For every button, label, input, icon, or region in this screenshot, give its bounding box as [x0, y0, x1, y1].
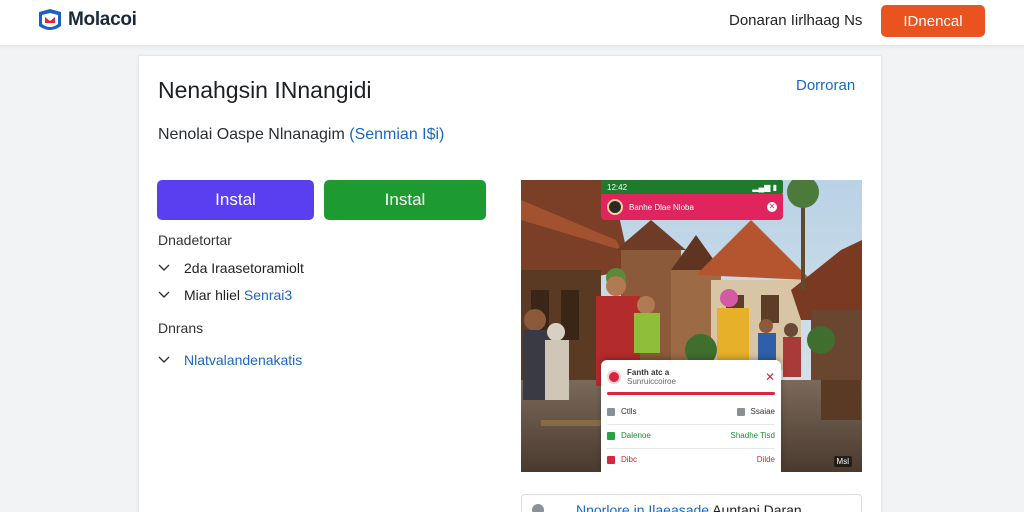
- page-subtitle: Nenolai Oaspe Nlnanagim (Senmian I$i): [158, 126, 444, 144]
- info-box-label: Auntani Daran: [712, 502, 802, 512]
- app-detail-card: Nenahgsin INnangidi Dorroran Nenolai Oas…: [138, 55, 882, 512]
- subtitle-highlight[interactable]: (Senmian I$i): [349, 126, 444, 143]
- divider: [607, 448, 775, 449]
- app-screenshot-image: 12:42 ▂▄▆ ▮ Banhe Dlae Nloba ✕ Fanth atc…: [521, 180, 862, 472]
- row-value: Shadhe Tisd: [730, 431, 775, 440]
- section-label-versions: Dnrans: [158, 320, 204, 336]
- card-header-link[interactable]: Dorroran: [796, 77, 855, 94]
- info-box-text: Nnorlore in Ilaeasade Auntani Daran: [576, 502, 802, 512]
- list-item-text: 2da Iraasetoramiolt: [184, 260, 304, 276]
- dialog-row[interactable]: Ctlls Ssaiae: [607, 407, 775, 416]
- chevron-down-icon: [158, 264, 170, 271]
- page-title: Nenahgsin INnangidi: [158, 77, 372, 103]
- list-item[interactable]: Miar hliel Senrai3: [158, 287, 292, 303]
- info-box[interactable]: Nnorlore in Ilaeasade Auntani Daran: [521, 494, 862, 512]
- brand-name: Molacoi: [68, 9, 137, 30]
- list-item-text: Miar hliel: [184, 287, 241, 303]
- chevron-down-icon: [158, 291, 170, 298]
- alert-icon: [607, 455, 615, 464]
- popup-dialog: Fanth atc a Sunruiccoiroe ✕ Ctlls Ssaiae…: [601, 360, 781, 472]
- dialog-row[interactable]: Dibc Dilde: [607, 455, 775, 464]
- close-icon[interactable]: ✕: [767, 202, 777, 212]
- file-icon: [607, 407, 615, 416]
- section-label-details: Dnadetortar: [158, 232, 232, 248]
- install-button-secondary[interactable]: Instal: [324, 180, 486, 220]
- check-icon: [607, 431, 615, 440]
- chevron-down-icon: [158, 356, 170, 363]
- brand-logo[interactable]: Molacoi: [36, 6, 137, 34]
- info-icon: [532, 504, 544, 512]
- avatar: [607, 199, 623, 215]
- row-label: Dalenoe: [621, 431, 651, 440]
- list-item-link[interactable]: Nlatvalandenakatis: [184, 352, 302, 368]
- brand-logo-icon: [39, 9, 61, 30]
- row-value: Ssaiae: [750, 407, 775, 416]
- header-cta-button[interactable]: IDnencal: [881, 5, 985, 37]
- list-item[interactable]: Nlatvalandenakatis: [158, 352, 302, 368]
- notification-text: Banhe Dlae Nloba: [629, 202, 694, 212]
- list-item[interactable]: 2da Iraasetoramiolt: [158, 260, 304, 276]
- progress-bar: [607, 392, 775, 395]
- row-value: Dilde: [756, 455, 775, 464]
- list-item-link[interactable]: Senrai3: [244, 287, 292, 303]
- info-box-link[interactable]: Nnorlore in Ilaeasade: [576, 502, 709, 512]
- dialog-header: Fanth atc a Sunruiccoiroe ✕: [607, 367, 775, 387]
- nav-link[interactable]: Donaran Iirlhaag Ns: [729, 12, 862, 29]
- phone-status-bar: 12:42 ▂▄▆ ▮: [601, 180, 783, 194]
- top-navigation-bar: Molacoi Donaran Iirlhaag Ns IDnencal: [0, 0, 1024, 46]
- dialog-subtitle: Sunruiccoiroe: [627, 377, 676, 386]
- install-button-primary[interactable]: Instal: [157, 180, 314, 220]
- app-icon: [607, 370, 621, 384]
- dialog-title: Fanth atc a: [627, 368, 670, 377]
- row-label: Dibc: [621, 455, 638, 464]
- divider: [607, 424, 775, 425]
- close-icon[interactable]: ✕: [765, 370, 775, 384]
- watermark: Msl: [833, 456, 852, 467]
- status-time: 12:42: [607, 182, 628, 192]
- dialog-row[interactable]: Dalenoe Shadhe Tisd: [607, 431, 775, 440]
- signal-icon: ▂▄▆ ▮: [752, 182, 777, 192]
- row-label: Ctlls: [621, 407, 637, 416]
- file-icon: [736, 407, 745, 416]
- notification-banner[interactable]: Banhe Dlae Nloba ✕: [601, 194, 783, 220]
- subtitle-text: Nenolai Oaspe Nlnanagim: [158, 126, 345, 143]
